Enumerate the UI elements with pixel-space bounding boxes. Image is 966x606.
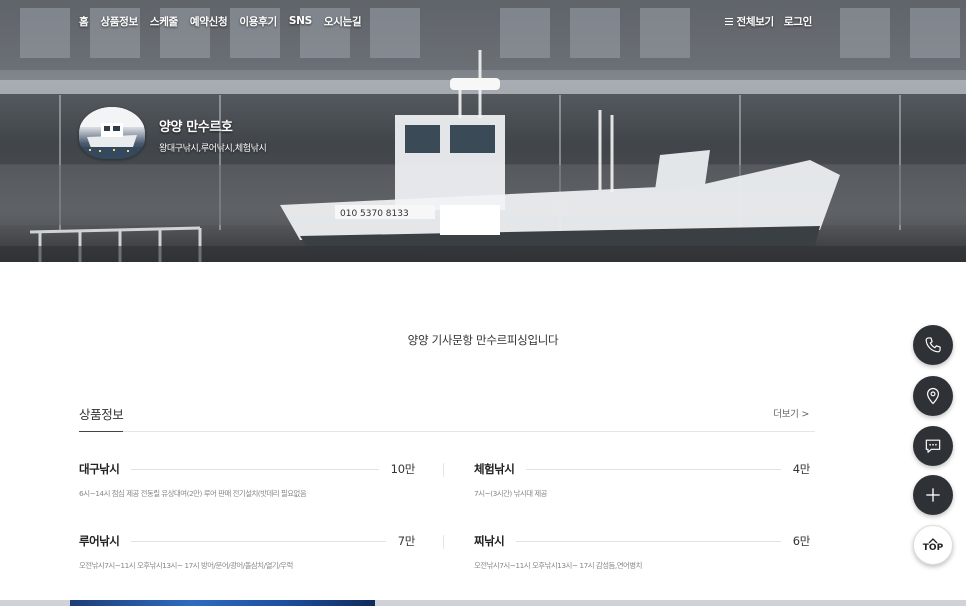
- shop-subtitle: 왕대구낚시,루어낚시,체험낚시: [159, 144, 267, 154]
- more-link[interactable]: 더보기 >: [773, 406, 809, 420]
- menu-all-button[interactable]: 전체보기: [725, 14, 774, 29]
- menu-all-label: 전체보기: [736, 15, 774, 28]
- leader-line: [526, 468, 781, 470]
- product-description: 6시~14시 점심 제공 전동릴 유상대여(2만) 루어 판매 전기설치(밧데리…: [79, 489, 307, 498]
- nav-directions[interactable]: 오시는길: [324, 14, 362, 29]
- section-title: 상품정보: [79, 404, 124, 432]
- avatar-boat-image: [79, 107, 145, 159]
- hamburger-icon: [725, 17, 734, 25]
- product-item[interactable]: 대구낚시 10만 6시~14시 점심 제공 전동릴 유상대여(2만) 루어 판매…: [79, 460, 415, 500]
- next-section-preview: [0, 600, 966, 606]
- main-nav: 홈 상품정보 스케줄 예약신청 이용후기 SNS 오시는길: [79, 12, 362, 30]
- phone-icon: [925, 337, 941, 353]
- leader-line: [131, 468, 379, 470]
- call-button[interactable]: [913, 325, 953, 365]
- nav-schedule[interactable]: 스케줄: [150, 14, 178, 29]
- product-description: 오전낚시7시~11시 오후낚시13시~ 17시 방어/문어/광어/돌삼치/열기/…: [79, 561, 293, 570]
- scroll-top-button[interactable]: TOP: [913, 525, 953, 565]
- product-name: 루어낚시: [79, 534, 120, 548]
- products-section-header: 상품정보 더보기 >: [79, 404, 815, 432]
- intro-text: 양양 기사문항 만수르피싱입니다: [407, 333, 559, 347]
- leader-line: [131, 540, 386, 542]
- chat-button[interactable]: [913, 426, 953, 466]
- product-description: 7시~(3시간) 낚시대 제공: [474, 489, 547, 498]
- shop-profile: 양양 만수르호 왕대구낚시,루어낚시,체험낚시: [79, 107, 267, 159]
- boat-phone-text: 010 5370 8133: [340, 209, 409, 219]
- nav-reviews[interactable]: 이용후기: [239, 14, 277, 29]
- shop-name: 양양 만수르호: [159, 120, 233, 135]
- product-description: 오전낚시7시~11시 오후낚시13시~ 17시 감성돔,연어병치: [474, 561, 642, 570]
- product-item[interactable]: 찌낚시 6만 오전낚시7시~11시 오후낚시13시~ 17시 감성돔,연어병치: [474, 532, 810, 572]
- product-price: 6만: [792, 534, 811, 548]
- plus-icon: [926, 488, 940, 502]
- product-name: 체험낚시: [474, 462, 515, 476]
- product-name: 대구낚시: [79, 462, 120, 476]
- hero-banner: 010 5370 8133 홈 상품정보 스케줄 예약신청 이용후기 SNS 오…: [0, 0, 966, 262]
- nav-reservation[interactable]: 예약신청: [190, 14, 228, 29]
- product-price: 10만: [390, 462, 416, 476]
- nav-home[interactable]: 홈: [79, 14, 89, 29]
- product-item[interactable]: 체험낚시 4만 7시~(3시간) 낚시대 제공: [474, 460, 810, 500]
- product-name: 찌낚시: [474, 534, 505, 548]
- column-divider: [443, 463, 444, 477]
- utility-nav: 전체보기 로그인: [725, 12, 812, 30]
- login-link[interactable]: 로그인: [784, 14, 812, 29]
- leader-line: [516, 540, 781, 542]
- product-item[interactable]: 루어낚시 7만 오전낚시7시~11시 오후낚시13시~ 17시 방어/문어/광어…: [79, 532, 415, 572]
- location-button[interactable]: [913, 376, 953, 416]
- preview-image: [70, 600, 375, 606]
- location-pin-icon: [926, 387, 940, 405]
- product-price: 7만: [397, 534, 416, 548]
- expand-button[interactable]: [913, 475, 953, 515]
- column-divider: [443, 535, 444, 549]
- top-label: TOP: [922, 542, 944, 553]
- nav-sns[interactable]: SNS: [289, 15, 312, 27]
- nav-products[interactable]: 상품정보: [100, 14, 138, 29]
- chat-icon: [925, 439, 941, 453]
- product-price: 4만: [792, 462, 811, 476]
- avatar: [79, 107, 145, 159]
- page: 010 5370 8133 홈 상품정보 스케줄 예약신청 이용후기 SNS 오…: [0, 0, 966, 606]
